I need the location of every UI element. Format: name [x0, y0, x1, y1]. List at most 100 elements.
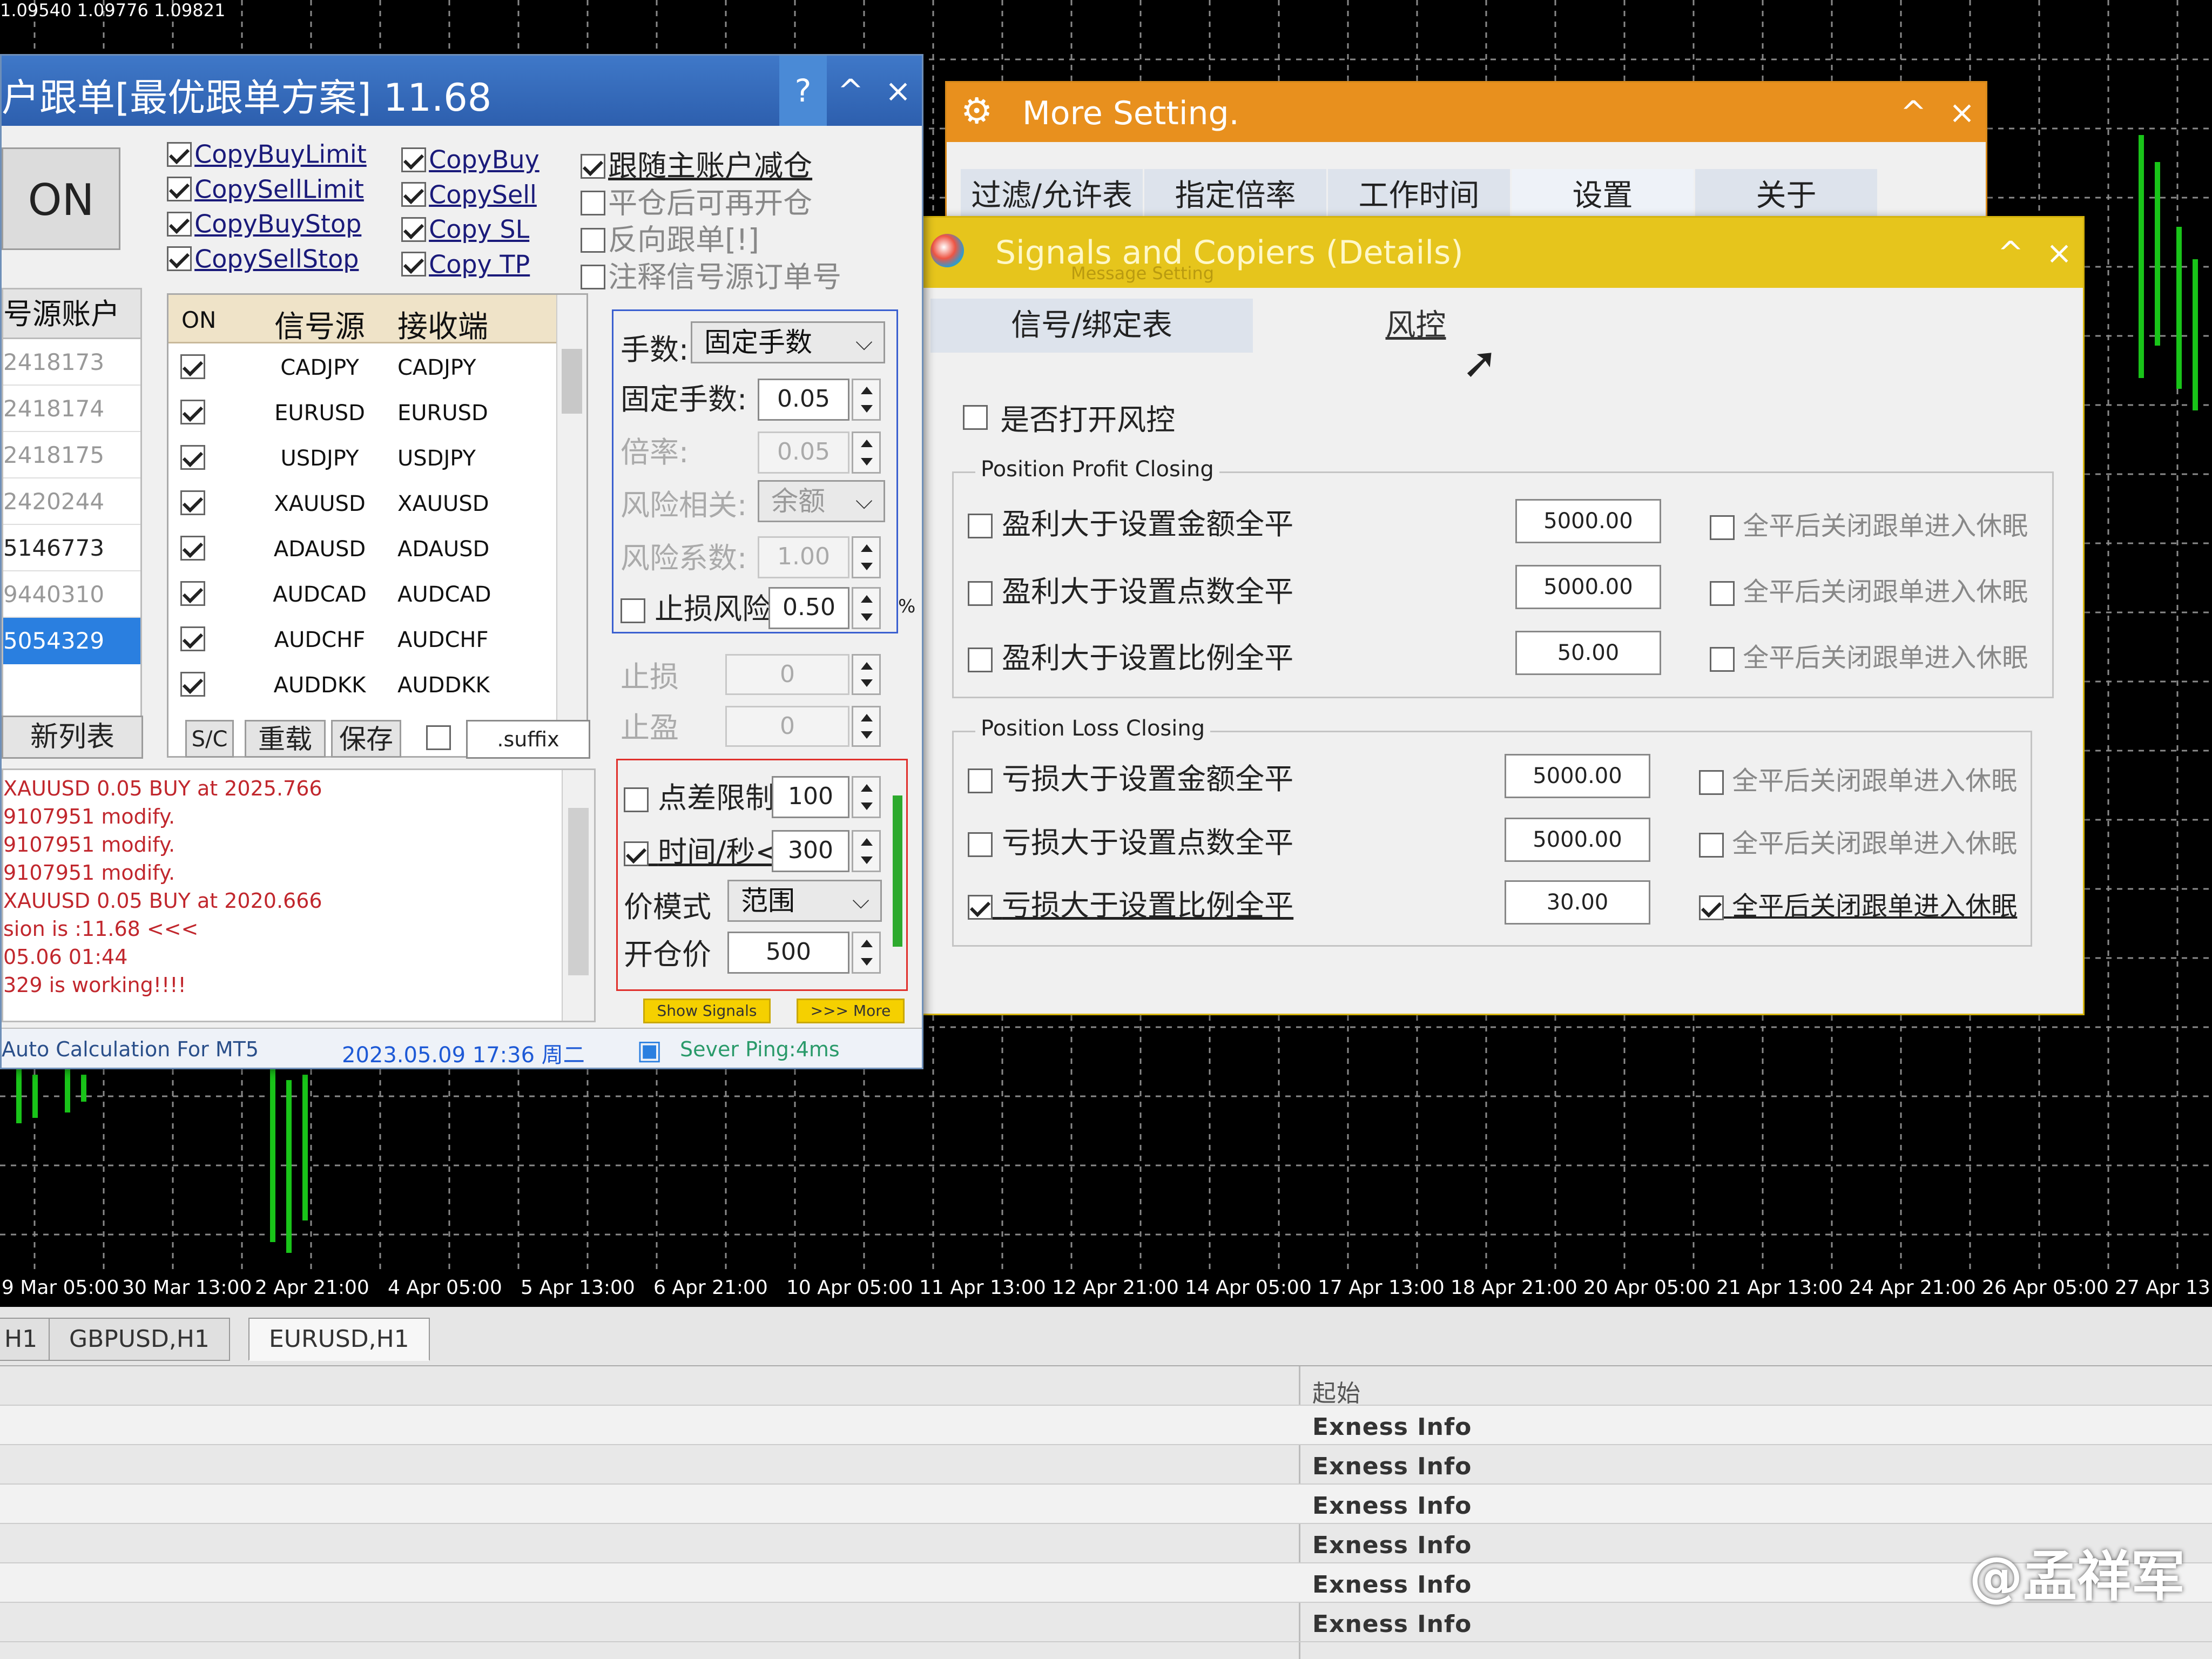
profit-percent-row[interactable]: 盈利大于设置比例全平: [968, 634, 1293, 677]
reopen-after-close[interactable]: 平仓后可再开仓: [581, 185, 841, 222]
risk-related-dropdown[interactable]: 余额 ⌵: [758, 480, 885, 522]
profit-points-sleep-checkbox[interactable]: [1710, 581, 1735, 606]
more-button[interactable]: >>> More: [797, 999, 905, 1023]
loss-amount-sleep-checkbox[interactable]: [1699, 770, 1724, 795]
minimize-button[interactable]: ^: [827, 56, 874, 126]
help-button[interactable]: ?: [779, 56, 827, 126]
sc-button[interactable]: S/C: [185, 720, 234, 758]
table-row[interactable]: XAUUSD XAUUSD: [168, 481, 586, 526]
row-on-checkbox[interactable]: [180, 400, 205, 424]
row-on-checkbox[interactable]: [180, 536, 205, 561]
reopen-after-close-checkbox[interactable]: [581, 191, 605, 215]
copy-sell-limit-checkbox[interactable]: [167, 177, 192, 201]
loss-percent-row[interactable]: 亏损大于设置比例全平: [968, 881, 1293, 924]
row-on-checkbox[interactable]: [180, 354, 205, 379]
profit-percent-checkbox[interactable]: [968, 648, 993, 673]
profit-amount-row[interactable]: 盈利大于设置金额全平: [968, 500, 1293, 543]
journal-row[interactable]: Exness Info: [0, 1524, 2212, 1563]
table-scrollbar[interactable]: [556, 295, 586, 756]
profit-points-field[interactable]: 5000.00: [1515, 565, 1661, 609]
follow-reduce-checkbox[interactable]: [581, 153, 605, 179]
copy-buy-checkbox[interactable]: [401, 147, 426, 172]
copy-sl-checkbox[interactable]: [401, 217, 426, 242]
profit-percent-sleep-checkbox[interactable]: [1710, 647, 1735, 672]
time-limit-checkbox[interactable]: [624, 841, 649, 867]
open-price-spinner[interactable]: [852, 932, 881, 974]
copy-buy[interactable]: CopyBuy: [401, 142, 539, 177]
signals-titlebar[interactable]: Signals and Copiers (Details) Message Se…: [920, 218, 2083, 288]
account-item[interactable]: 9440310: [3, 571, 140, 618]
row-on-checkbox[interactable]: [180, 672, 205, 697]
risk-factor-input[interactable]: 1.00: [758, 536, 849, 578]
sl-input[interactable]: 0: [725, 654, 849, 695]
loss-points-field[interactable]: 5000.00: [1505, 818, 1650, 862]
chart-tab-gbpusd[interactable]: GBPUSD,H1: [49, 1318, 230, 1361]
tab-about[interactable]: 关于: [1695, 169, 1879, 223]
comment-order-id[interactable]: 注释信号源订单号: [581, 259, 841, 296]
copy-buy-stop[interactable]: CopyBuyStop: [167, 206, 367, 241]
loss-amount-row[interactable]: 亏损大于设置金额全平: [968, 755, 1293, 798]
journal-row[interactable]: Exness Info: [0, 1445, 2212, 1485]
profit-percent-sleep[interactable]: 全平后关闭跟单进入休眠: [1710, 636, 2028, 674]
table-row[interactable]: AUDDKK AUDDKK: [168, 662, 586, 707]
table-row[interactable]: ADAUSD ADAUSD: [168, 526, 586, 571]
spread-limit-input[interactable]: 100: [772, 776, 849, 818]
account-item[interactable]: 2418173: [3, 339, 140, 386]
account-item[interactable]: 5146773: [3, 525, 140, 571]
multiplier-spinner[interactable]: [852, 431, 881, 474]
copy-tp[interactable]: Copy TP: [401, 247, 539, 282]
close-button[interactable]: ×: [1938, 83, 1986, 142]
profit-percent-field[interactable]: 50.00: [1515, 631, 1661, 675]
loss-points-checkbox[interactable]: [968, 832, 993, 858]
stop-risk-checkbox[interactable]: [621, 598, 645, 624]
fixed-lot-input[interactable]: 0.05: [758, 379, 849, 421]
profit-points-sleep[interactable]: 全平后关闭跟单进入休眠: [1710, 570, 2028, 608]
copy-sell[interactable]: CopySell: [401, 177, 539, 212]
account-item-selected[interactable]: 5054329: [3, 618, 140, 664]
close-button[interactable]: ×: [874, 56, 922, 126]
main-titlebar[interactable]: 户跟单[最优跟单方案] 11.68 ? ^ ×: [2, 56, 922, 126]
scrollbar-thumb[interactable]: [568, 808, 589, 975]
account-item[interactable]: 2418174: [3, 386, 140, 432]
copy-sell-stop-checkbox[interactable]: [167, 246, 192, 271]
loss-amount-sleep[interactable]: 全平后关闭跟单进入休眠: [1699, 759, 2017, 797]
minimize-button[interactable]: ^: [1987, 218, 2034, 288]
table-row[interactable]: AUDCHF AUDCHF: [168, 617, 586, 662]
table-row[interactable]: AUDCAD AUDCAD: [168, 571, 586, 617]
loss-amount-field[interactable]: 5000.00: [1505, 754, 1650, 798]
loss-points-sleep[interactable]: 全平后关闭跟单进入休眠: [1699, 822, 2017, 860]
more-setting-titlebar[interactable]: ⚙ More Setting. ^ ×: [947, 83, 1986, 142]
time-limit-spinner[interactable]: [852, 830, 881, 872]
tab-work-time[interactable]: 工作时间: [1328, 169, 1512, 223]
tab-multiplier[interactable]: 指定倍率: [1144, 169, 1328, 223]
scrollbar-thumb[interactable]: [562, 349, 582, 414]
spread-limit-row[interactable]: 点差限制: [624, 774, 774, 817]
minimize-button[interactable]: ^: [1890, 83, 1937, 142]
tp-spinner[interactable]: [852, 706, 881, 747]
multiplier-input[interactable]: 0.05: [758, 431, 849, 474]
journal-row[interactable]: Exness Info: [0, 1603, 2212, 1642]
account-item[interactable]: 2420244: [3, 478, 140, 525]
loss-percent-sleep-checkbox[interactable]: [1699, 895, 1724, 920]
save-button[interactable]: 保存: [331, 720, 401, 758]
tab-signal-binding[interactable]: 信号/绑定表: [930, 299, 1255, 353]
enable-risk-control[interactable]: 是否打开风控: [963, 396, 1175, 439]
price-mode-dropdown[interactable]: 范围 ⌵: [727, 880, 882, 922]
copy-sl[interactable]: Copy SL: [401, 212, 539, 247]
time-limit-row[interactable]: 时间/秒<: [624, 828, 780, 871]
loss-percent-checkbox[interactable]: [968, 895, 993, 920]
table-row[interactable]: EURUSD EURUSD: [168, 390, 586, 435]
tp-input[interactable]: 0: [725, 706, 849, 747]
row-on-checkbox[interactable]: [180, 626, 205, 651]
copy-sell-limit[interactable]: CopySellLimit: [167, 172, 367, 207]
risk-factor-spinner[interactable]: [852, 536, 881, 578]
reload-button[interactable]: 重载: [245, 720, 326, 758]
close-button[interactable]: ×: [2035, 218, 2083, 288]
tab-settings[interactable]: 设置: [1512, 169, 1695, 223]
stop-risk-row[interactable]: 止损风险: [621, 585, 771, 628]
journal-row[interactable]: Exness Info: [0, 1563, 2212, 1603]
log-scrollbar[interactable]: [562, 770, 594, 1021]
journal-row[interactable]: Exness Info: [0, 1406, 2212, 1445]
loss-points-sleep-checkbox[interactable]: [1699, 833, 1724, 858]
time-limit-input[interactable]: 300: [772, 830, 849, 872]
